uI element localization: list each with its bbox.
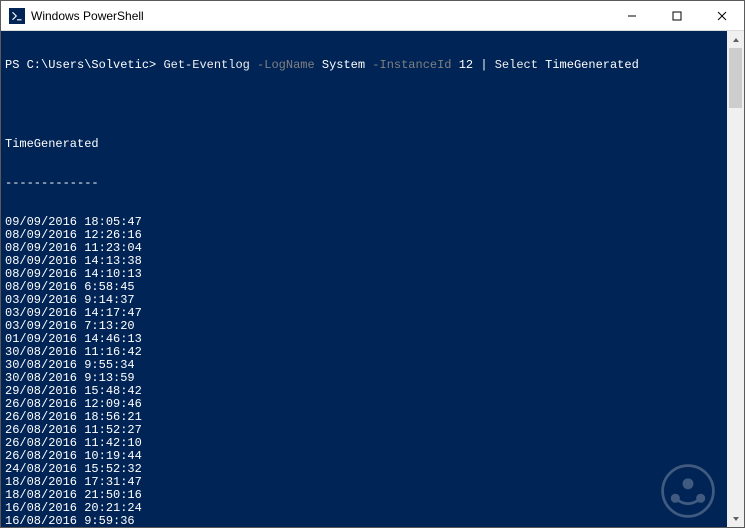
prompt-param2: -InstanceId	[365, 58, 451, 72]
output-row: 16/08/2016 9:59:36	[5, 515, 740, 527]
prompt-param1: -LogName	[250, 58, 315, 72]
vertical-scrollbar[interactable]	[727, 31, 744, 527]
scroll-down-arrow[interactable]	[727, 510, 744, 527]
command-prompt-line: PS C:\Users\Solvetic> Get-Eventlog -LogN…	[5, 59, 740, 72]
close-button[interactable]	[699, 1, 744, 30]
scroll-up-arrow[interactable]	[727, 31, 744, 48]
prompt-val3: TimeGenerated	[538, 58, 639, 72]
scroll-track[interactable]	[727, 48, 744, 510]
window-title: Windows PowerShell	[31, 9, 609, 23]
window-controls	[609, 1, 744, 30]
maximize-button[interactable]	[654, 1, 699, 30]
prompt-path: PS C:\Users\Solvetic>	[5, 58, 163, 72]
column-header: TimeGenerated	[5, 138, 740, 151]
titlebar[interactable]: Windows PowerShell	[1, 1, 744, 31]
column-underline: -------------	[5, 177, 740, 190]
terminal-area[interactable]: PS C:\Users\Solvetic> Get-Eventlog -LogN…	[1, 31, 744, 527]
blank-line	[5, 99, 740, 112]
scroll-thumb[interactable]	[729, 48, 742, 108]
powershell-icon	[9, 8, 25, 24]
minimize-button[interactable]	[609, 1, 654, 30]
prompt-val1: System	[315, 58, 365, 72]
output-rows: 09/09/2016 18:05:4708/09/2016 12:26:1608…	[5, 216, 740, 527]
powershell-window: Windows PowerShell PS C:\Users\Solvetic>…	[0, 0, 745, 528]
prompt-val2: 12 |	[452, 58, 495, 72]
prompt-cmd1: Get-Eventlog	[163, 58, 249, 72]
prompt-cmd2: Select	[495, 58, 538, 72]
